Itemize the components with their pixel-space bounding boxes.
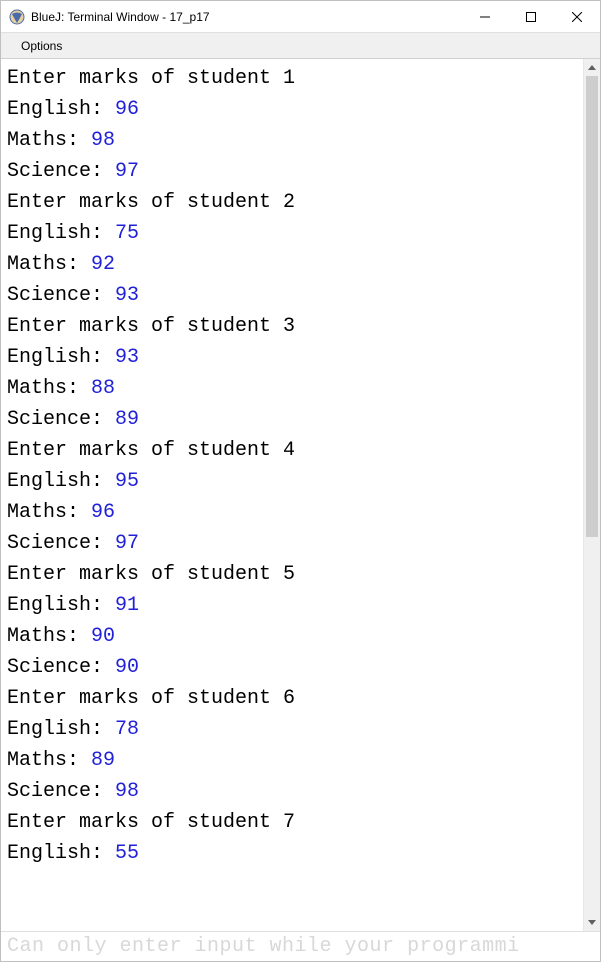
user-input-value: 55 [115,842,139,865]
user-input-value: 88 [91,377,115,400]
terminal-line: Maths: 90 [7,621,579,652]
prompt-text: Enter marks of student 2 [7,191,295,214]
terminal-line: English: 93 [7,342,579,373]
prompt-text: English: [7,718,115,741]
prompt-text: Maths: [7,501,91,524]
user-input-value: 89 [91,749,115,772]
prompt-text: Enter marks of student 7 [7,811,295,834]
user-input-value: 96 [115,98,139,121]
terminal-line: English: 96 [7,94,579,125]
menubar: Options [1,33,600,59]
prompt-text: Maths: [7,749,91,772]
user-input-value: 78 [115,718,139,741]
user-input-value: 98 [91,129,115,152]
user-input-value: 97 [115,160,139,183]
terminal-line: Maths: 98 [7,125,579,156]
terminal-area: Enter marks of student 1English: 96Maths… [1,59,600,931]
user-input-value: 95 [115,470,139,493]
prompt-text: English: [7,594,115,617]
prompt-text: Maths: [7,377,91,400]
terminal-line: Enter marks of student 2 [7,187,579,218]
terminal-line: Enter marks of student 6 [7,683,579,714]
close-button[interactable] [554,1,600,32]
user-input-value: 93 [115,284,139,307]
terminal-output[interactable]: Enter marks of student 1English: 96Maths… [1,59,583,931]
user-input-value: 96 [91,501,115,524]
prompt-text: Maths: [7,253,91,276]
terminal-line: Science: 90 [7,652,579,683]
terminal-line: English: 95 [7,466,579,497]
prompt-text: Enter marks of student 5 [7,563,295,586]
prompt-text: Enter marks of student 3 [7,315,295,338]
user-input-value: 91 [115,594,139,617]
scroll-down-arrow[interactable] [584,914,600,931]
maximize-button[interactable] [508,1,554,32]
prompt-text: English: [7,470,115,493]
prompt-text: Science: [7,780,115,803]
prompt-text: Enter marks of student 1 [7,67,295,90]
prompt-text: Enter marks of student 6 [7,687,295,710]
status-text: Can only enter input while your programm… [7,935,520,958]
prompt-text: Maths: [7,625,91,648]
prompt-text: English: [7,842,115,865]
prompt-text: Science: [7,408,115,431]
user-input-value: 75 [115,222,139,245]
terminal-line: Maths: 92 [7,249,579,280]
user-input-value: 98 [115,780,139,803]
user-input-value: 89 [115,408,139,431]
terminal-line: Science: 98 [7,776,579,807]
prompt-text: Science: [7,160,115,183]
prompt-text: Science: [7,532,115,555]
user-input-value: 93 [115,346,139,369]
terminal-line: Enter marks of student 1 [7,63,579,94]
status-input-bar[interactable]: Can only enter input while your programm… [1,931,600,961]
terminal-line: Science: 89 [7,404,579,435]
terminal-line: Science: 93 [7,280,579,311]
user-input-value: 90 [91,625,115,648]
terminal-line: English: 78 [7,714,579,745]
terminal-line: Maths: 88 [7,373,579,404]
prompt-text: English: [7,222,115,245]
user-input-value: 97 [115,532,139,555]
minimize-button[interactable] [462,1,508,32]
prompt-text: Science: [7,284,115,307]
prompt-text: Maths: [7,129,91,152]
user-input-value: 90 [115,656,139,679]
terminal-line: Science: 97 [7,528,579,559]
terminal-line: English: 55 [7,838,579,869]
terminal-line: English: 75 [7,218,579,249]
scroll-up-arrow[interactable] [584,59,600,76]
prompt-text: English: [7,346,115,369]
terminal-line: Enter marks of student 4 [7,435,579,466]
window-controls [462,1,600,32]
scrollbar-track[interactable] [584,76,600,914]
terminal-line: Enter marks of student 7 [7,807,579,838]
vertical-scrollbar[interactable] [583,59,600,931]
terminal-line: Enter marks of student 5 [7,559,579,590]
terminal-line: Maths: 96 [7,497,579,528]
titlebar[interactable]: BlueJ: Terminal Window - 17_p17 [1,1,600,33]
terminal-line: English: 91 [7,590,579,621]
terminal-line: Science: 97 [7,156,579,187]
window-title: BlueJ: Terminal Window - 17_p17 [31,10,462,24]
bluej-icon [9,9,25,25]
menu-options[interactable]: Options [15,37,68,55]
prompt-text: English: [7,98,115,121]
terminal-line: Enter marks of student 3 [7,311,579,342]
user-input-value: 92 [91,253,115,276]
terminal-line: Maths: 89 [7,745,579,776]
prompt-text: Science: [7,656,115,679]
prompt-text: Enter marks of student 4 [7,439,295,462]
scrollbar-thumb[interactable] [586,76,598,537]
